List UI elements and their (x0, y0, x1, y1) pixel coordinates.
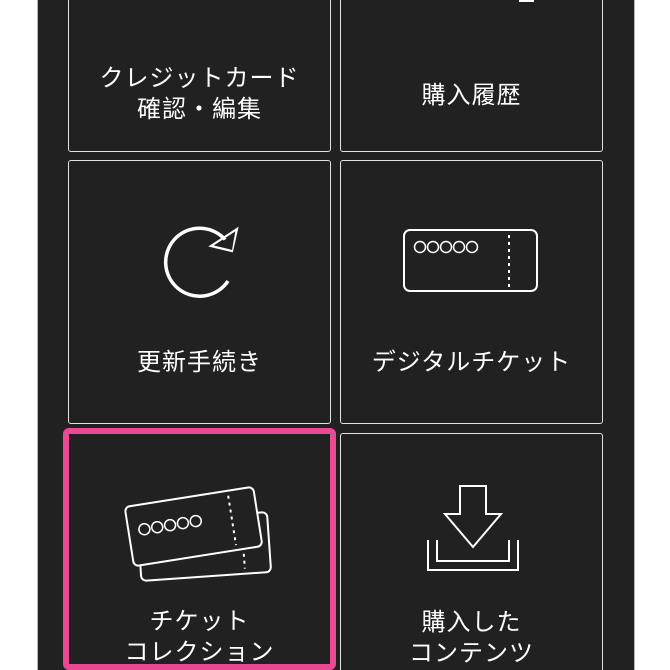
ticket-collection-label-line2: コレクション (124, 638, 275, 666)
purchase-history-tile[interactable]: 購入履歴 (340, 0, 603, 152)
credit-card-label-line1: クレジットカード (99, 64, 300, 92)
purchased-contents-label-line1: 購入した (421, 608, 522, 636)
ticket-stack-icon (124, 486, 272, 582)
screenshot: クレジットカード 確認・編集 購入履歴 更新手続き デジタルチケット チケット … (0, 0, 670, 670)
ticket-collection-tile[interactable]: チケット コレクション (63, 428, 336, 670)
purchased-contents-tile[interactable]: 購入した コンテンツ (340, 433, 603, 670)
credit-card-label-line2: 確認・編集 (137, 95, 262, 123)
renewal-label: 更新手続き (137, 348, 262, 376)
menu-screen: クレジットカード 確認・編集 購入履歴 更新手続き デジタルチケット チケット … (38, 0, 634, 670)
ticket-icon (403, 229, 538, 292)
purchased-contents-label-line2: コンテンツ (409, 639, 534, 667)
digital-ticket-label: デジタルチケット (371, 348, 572, 376)
credit-card-tile[interactable]: クレジットカード 確認・編集 (68, 0, 331, 152)
purchase-history-label: 購入履歴 (421, 81, 522, 109)
digital-ticket-tile[interactable]: デジタルチケット (340, 160, 603, 424)
renewal-tile[interactable]: 更新手続き (68, 160, 331, 424)
hand-icon (519, 0, 534, 2)
download-icon (427, 485, 519, 571)
refresh-icon (163, 226, 239, 298)
ticket-collection-label-line1: チケット (149, 607, 250, 635)
